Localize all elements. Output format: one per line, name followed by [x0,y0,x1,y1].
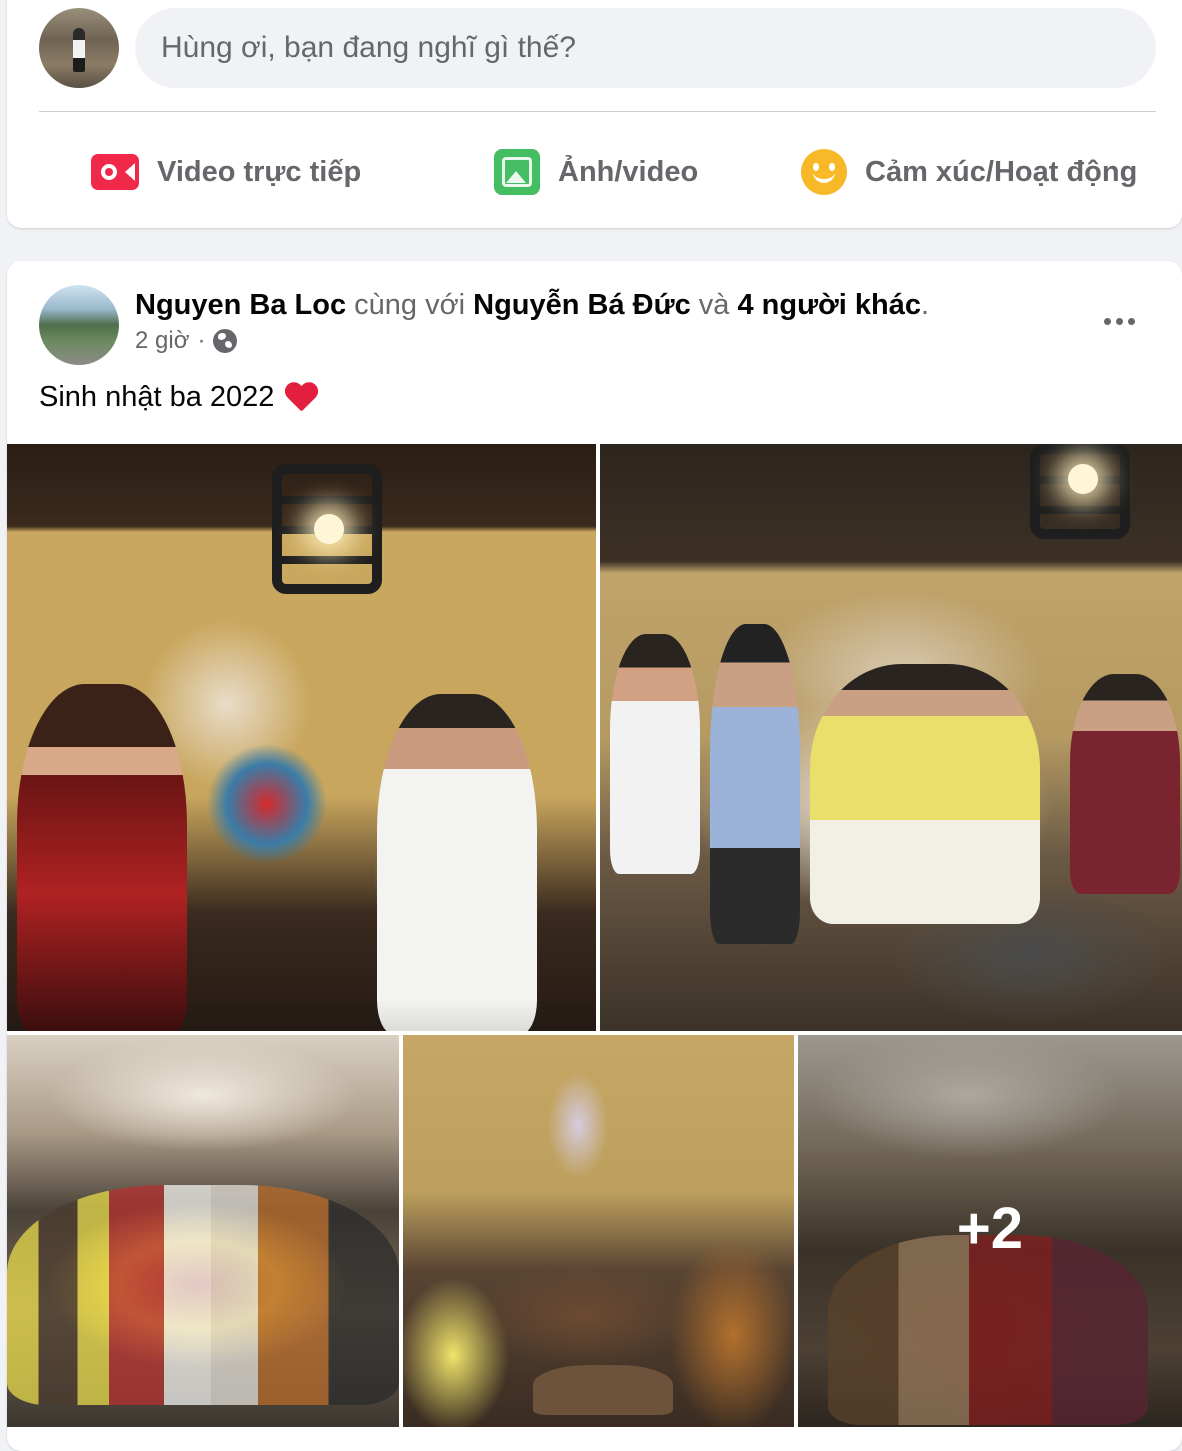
post-options-button[interactable] [1097,301,1141,341]
more-dot-icon [1115,317,1123,325]
post-header: Nguyen Ba Loc cùng với Nguyễn Bá Đức và … [135,287,929,323]
photo-icon [494,149,540,195]
post-photo-3[interactable] [7,1035,399,1427]
user-avatar-figure [73,28,85,72]
and-text: và [698,289,730,321]
post-photo-5[interactable]: +2 [798,1035,1182,1427]
tagged-person-link[interactable]: Nguyễn Bá Đức [473,289,691,321]
feeling-activity-button[interactable]: Cảm xúc/Hoạt động [801,131,1137,213]
heart-icon [284,383,318,413]
photo-person [710,624,800,944]
post-caption: Sinh nhật ba 2022 [39,381,318,414]
live-video-button[interactable]: Video trực tiếp [91,131,361,213]
photo-table [533,1365,673,1415]
header-period: . [920,289,930,321]
lamp-shape [1030,444,1130,539]
live-video-icon [91,154,139,190]
more-photos-count: +2 [956,1196,1024,1261]
author-name-link[interactable]: Nguyen Ba Loc [135,289,346,321]
photo-video-button[interactable]: Ảnh/video [494,131,698,213]
others-link[interactable]: 4 người khác [738,289,921,321]
meta-separator: · [197,327,206,354]
post-composer: Hùng ơi, bạn đang nghĩ gì thế? Video trự… [7,0,1182,228]
composer-divider [39,111,1156,112]
lamp-bulb [314,514,344,544]
post-photo-4[interactable] [403,1035,794,1427]
photo-person [17,684,187,1031]
photo-person [610,634,700,874]
post-photo-2[interactable] [600,444,1182,1031]
composer-placeholder: Hùng ơi, bạn đang nghĩ gì thế? [161,31,576,64]
feeling-activity-label: Cảm xúc/Hoạt động [865,155,1138,188]
lamp-bulb [1068,464,1098,494]
more-dot-icon [1103,317,1111,325]
photo-person [1070,674,1180,894]
photo-group [7,1185,399,1405]
whats-on-your-mind-input[interactable]: Hùng ơi, bạn đang nghĩ gì thế? [135,8,1156,88]
feeling-icon [801,149,847,195]
post-meta: 2 giờ · [135,327,238,355]
lamp-shape [272,464,382,594]
photo-person [810,664,1040,924]
more-dot-icon [1127,317,1135,325]
post-time-link[interactable]: 2 giờ [135,327,189,355]
with-text: cùng với [354,289,466,321]
photo-person [377,694,537,1031]
live-video-label: Video trực tiếp [157,155,362,188]
user-avatar[interactable] [39,8,119,88]
photo-video-label: Ảnh/video [558,155,699,188]
post-photo-1[interactable] [7,444,596,1031]
globe-icon[interactable] [213,329,238,353]
feed-post: Nguyen Ba Loc cùng với Nguyễn Bá Đức và … [7,261,1182,1451]
author-avatar[interactable] [39,285,119,365]
caption-text: Sinh nhật ba 2022 [39,381,275,413]
